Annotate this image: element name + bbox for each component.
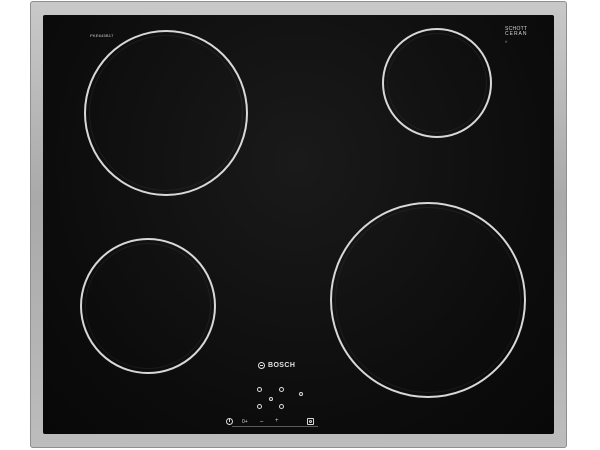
- cooking-zone-front-left: [84, 30, 248, 196]
- child-lock-control[interactable]: 0+: [242, 419, 248, 425]
- bosch-logo-icon: [258, 362, 265, 369]
- cooking-zone-bottom-left: [80, 238, 216, 374]
- residual-heat-indicator-icon: [299, 392, 303, 396]
- zone-indicator-bottom-left-icon: [257, 404, 262, 409]
- increase-control[interactable]: +: [275, 418, 279, 424]
- zone-indicator-top-right-icon: [279, 387, 284, 392]
- zone-indicator-top-left-icon: [257, 387, 262, 392]
- cooking-zone-bottom-right: [330, 202, 526, 398]
- timer-icon[interactable]: [307, 418, 314, 425]
- brand-name: BOSCH: [268, 362, 296, 369]
- cooking-zone-top-right: [382, 28, 492, 138]
- brand-logo: BOSCH: [258, 362, 295, 369]
- zone-indicator-bottom-right-icon: [279, 404, 284, 409]
- control-panel-divider: [232, 426, 318, 427]
- ceran-text: CERAN: [505, 31, 528, 37]
- zone-center-dot-icon: [269, 397, 273, 401]
- power-button-icon[interactable]: [226, 418, 233, 425]
- schott-ceran-logo: SCHOTT CERAN ®: [505, 27, 528, 45]
- registered-mark: ®: [505, 40, 508, 44]
- decrease-control[interactable]: –: [260, 419, 263, 425]
- model-number-label: PKE645B17: [90, 33, 114, 38]
